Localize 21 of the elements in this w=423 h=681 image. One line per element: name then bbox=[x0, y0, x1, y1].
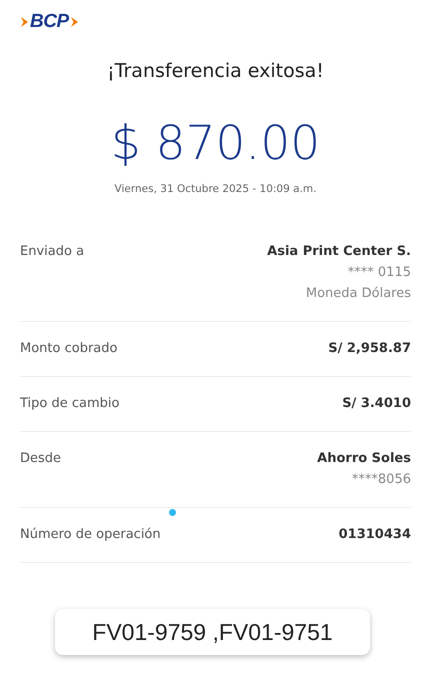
chevron-icon bbox=[20, 16, 29, 28]
detail-label: Desde bbox=[20, 451, 62, 466]
detail-value: S/ 2,958.87 bbox=[328, 341, 411, 356]
detail-value: 01310434 bbox=[338, 527, 411, 542]
success-title: ¡Transferencia exitosa! bbox=[107, 60, 324, 82]
detail-value: Moneda Dólares bbox=[306, 286, 411, 301]
detail-label: Número de operación bbox=[20, 527, 161, 542]
transfer-date: Viernes, 31 Octubre 2025 - 10:09 a.m. bbox=[114, 183, 316, 195]
detail-value: ****8056 bbox=[352, 472, 411, 487]
bank-logo: BCP bbox=[30, 11, 69, 33]
detail-value: Ahorro Soles bbox=[317, 451, 411, 466]
detail-value: **** 0115 bbox=[348, 265, 411, 280]
note-label: FV01-9759 ,FV01-9751 bbox=[55, 609, 370, 655]
touch-indicator-icon bbox=[169, 509, 176, 516]
chevron-icon bbox=[70, 16, 79, 28]
detail-label: Monto cobrado bbox=[20, 341, 118, 356]
detail-label: Tipo de cambio bbox=[20, 396, 120, 411]
transfer-amount: $ 870.00 bbox=[110, 116, 320, 171]
detail-value: S/ 3.4010 bbox=[342, 396, 411, 411]
detail-label: Enviado a bbox=[20, 244, 84, 259]
detail-value: Asia Print Center S. bbox=[267, 244, 411, 259]
